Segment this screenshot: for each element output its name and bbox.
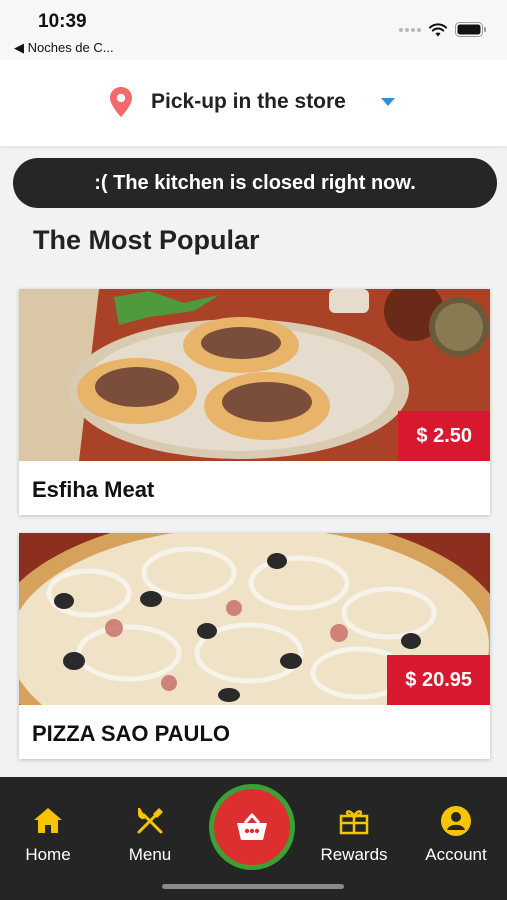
tab-home-label: Home [25, 845, 71, 864]
product-name: Esfiha Meat [32, 477, 155, 502]
price-badge: $ 20.95 [387, 655, 490, 705]
tab-account-label: Account [425, 845, 487, 864]
tab-menu[interactable]: Menu [105, 805, 195, 865]
account-icon [441, 806, 471, 836]
signal-icon [399, 27, 421, 32]
product-card[interactable]: $ 20.95 PIZZA SAO PAULO [19, 533, 490, 759]
basket-icon [237, 813, 267, 840]
header: Pick-up in the store [0, 60, 507, 146]
product-card[interactable]: $ 2.50 Esfiha Meat [19, 289, 490, 515]
status-time: 10:39 [38, 11, 87, 32]
home-indicator [162, 884, 344, 889]
price-badge: $ 2.50 [398, 411, 490, 461]
tab-rewards-label: Rewards [320, 845, 388, 864]
pickup-label: Pick-up in the store [151, 90, 346, 113]
status-bar: 10:39 ◀ Noches de C... [0, 0, 507, 60]
cart-button[interactable] [209, 784, 295, 870]
fork-knife-icon [137, 808, 163, 834]
location-pin-icon [110, 87, 132, 117]
gift-icon [339, 810, 369, 835]
product-name: PIZZA SAO PAULO [32, 721, 230, 746]
status-indicators [399, 22, 487, 37]
home-icon [34, 808, 62, 833]
tab-rewards[interactable]: Rewards [309, 805, 399, 865]
battery-icon [455, 22, 486, 37]
tab-account[interactable]: Account [411, 805, 501, 865]
tab-menu-label: Menu [128, 845, 172, 864]
tab-home[interactable]: Home [3, 805, 93, 865]
pickup-selector[interactable]: Pick-up in the store [108, 86, 346, 118]
chevron-down-icon[interactable] [380, 97, 396, 107]
kitchen-closed-banner: :( The kitchen is closed right now. [13, 158, 497, 208]
back-to-app-link[interactable]: ◀ Noches de C... [14, 40, 114, 56]
wifi-icon [429, 22, 447, 36]
section-title: The Most Popular [33, 225, 260, 255]
